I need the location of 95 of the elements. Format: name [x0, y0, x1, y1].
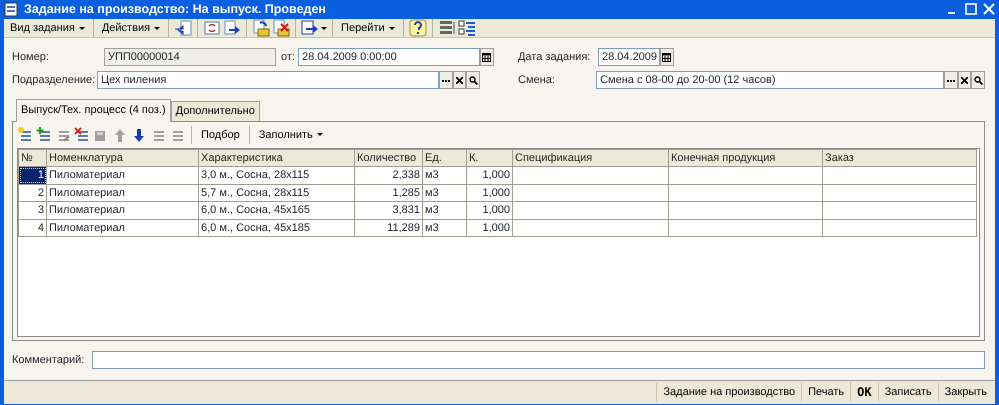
add-row-icon[interactable]	[17, 126, 33, 143]
column-header[interactable]: №	[18, 149, 46, 167]
table-cell: 3,831	[354, 202, 422, 220]
input-field[interactable]: 28.04.2009 0:00:00	[298, 48, 480, 66]
table-cell: 2,338	[354, 166, 422, 184]
clear-button[interactable]	[452, 71, 466, 90]
input-field[interactable]: 28.04.2009	[598, 48, 660, 66]
clear-button[interactable]	[958, 71, 972, 90]
table-cell: 6,0 м., Сосна, 45x185	[198, 219, 354, 237]
footer-button[interactable]: Закрыть	[938, 383, 993, 402]
refresh-icon[interactable]	[203, 19, 222, 37]
select-button[interactable]	[438, 71, 453, 90]
table-cell: 11,289	[354, 219, 422, 237]
field-label: Подразделение:	[12, 73, 96, 88]
table-cell: 1	[18, 166, 46, 184]
footer-button[interactable]: Записать	[878, 383, 938, 402]
table-cell: 1,000	[466, 184, 512, 202]
caret-icon	[316, 133, 323, 136]
calendar-button[interactable]	[480, 48, 494, 66]
calendar-icon	[482, 52, 492, 62]
table-cell: 5,7 м., Сосна, 28x115	[198, 184, 354, 202]
table-cell: Пиломатериал	[46, 202, 198, 220]
window-title: Задание на производство: На выпуск. Проведен	[24, 1, 326, 18]
table-cell: 1,285	[354, 184, 422, 202]
table-cell: м3	[422, 166, 466, 184]
table-cell: 1,000	[466, 219, 512, 237]
add-row-icon[interactable]	[36, 126, 52, 143]
table-cell: 3	[18, 202, 46, 220]
input-field[interactable]	[92, 350, 985, 369]
footer-button[interactable]: Задание на производство	[656, 383, 802, 402]
column-header[interactable]: Заказ	[822, 149, 976, 167]
arrow-left-icon[interactable]	[174, 19, 192, 37]
column-header[interactable]: Характеристика	[198, 149, 354, 167]
arrow-down-icon[interactable]	[131, 126, 147, 143]
unpost-icon[interactable]	[272, 19, 290, 37]
select-icon	[946, 78, 955, 82]
calendar-button[interactable]	[660, 48, 674, 66]
table-cell: м3	[422, 219, 466, 237]
post-icon[interactable]	[252, 19, 270, 37]
caret-icon	[154, 26, 160, 30]
fill-menu-button[interactable]: Заполнить	[256, 126, 326, 144]
tab[interactable]: Дополнительно	[170, 101, 260, 121]
menu-button[interactable]: Вид задания	[7, 18, 88, 38]
footer-button[interactable]: Печать	[801, 383, 850, 402]
input-field[interactable]: УПП00000014	[104, 48, 276, 66]
table-cell: Пиломатериал	[46, 166, 198, 184]
caret-icon	[388, 26, 395, 30]
menu-button[interactable]: Действия	[98, 18, 164, 38]
table-cell: 1,000	[466, 202, 512, 220]
field-label: Комментарий:	[12, 352, 84, 368]
caret-icon	[321, 26, 328, 30]
list-icon[interactable]	[438, 19, 456, 37]
column-header[interactable]: Ед.	[422, 149, 466, 167]
menu-button[interactable]: Перейти	[338, 18, 398, 38]
delete-row-icon[interactable]	[74, 126, 90, 143]
select-icon	[442, 78, 450, 82]
table-cell: 6,0 м., Сосна, 45x165	[198, 202, 354, 220]
search-icon	[974, 76, 983, 85]
input-field[interactable]: Смена с 08-00 до 20-00 (12 часов)	[596, 71, 944, 90]
table-cell: 4	[18, 219, 46, 237]
maximize-icon[interactable]	[965, 3, 977, 16]
close-icon[interactable]	[983, 3, 995, 16]
search-button[interactable]	[466, 71, 480, 90]
help-icon[interactable]	[408, 19, 427, 37]
field-label: Номер:	[12, 50, 50, 65]
table-cell: 2	[18, 184, 46, 202]
caret-icon	[78, 26, 85, 30]
document-icon	[4, 2, 18, 17]
column-header[interactable]: К.	[466, 149, 512, 167]
checklist-icon[interactable]	[458, 19, 476, 37]
footer-button[interactable]: OK	[850, 382, 878, 402]
field-label: Смена:	[518, 73, 556, 88]
column-header[interactable]: Спецификация	[512, 149, 668, 167]
tab[interactable]: Выпуск/Тех. процесс (4 поз.)	[16, 99, 171, 122]
column-header[interactable]: Номенклатура	[46, 149, 198, 167]
field-label: от:	[281, 50, 295, 65]
table-cell: Пиломатериал	[46, 219, 198, 237]
table-cell: Пиломатериал	[46, 184, 198, 202]
field-label: Дата задания:	[518, 50, 592, 65]
search-button[interactable]	[971, 71, 986, 90]
calendar-icon	[662, 52, 672, 62]
table-cell: 1,000	[466, 166, 512, 184]
table-cell: м3	[422, 202, 466, 220]
input-field[interactable]: Цех пиления	[96, 71, 439, 90]
table-cell: м3	[422, 184, 466, 202]
column-header[interactable]: Количество	[354, 149, 422, 167]
column-header[interactable]: Конечная продукция	[668, 149, 822, 167]
pick-button[interactable]: Подбор	[198, 126, 243, 144]
forward-icon[interactable]	[223, 19, 242, 37]
search-icon	[468, 76, 478, 85]
clear-icon	[960, 76, 968, 84]
clear-icon	[456, 76, 463, 84]
select-button[interactable]	[944, 71, 958, 90]
arrows-icon[interactable]	[301, 19, 320, 37]
table-cell: 3,0 м., Сосна, 28x115	[198, 166, 354, 184]
